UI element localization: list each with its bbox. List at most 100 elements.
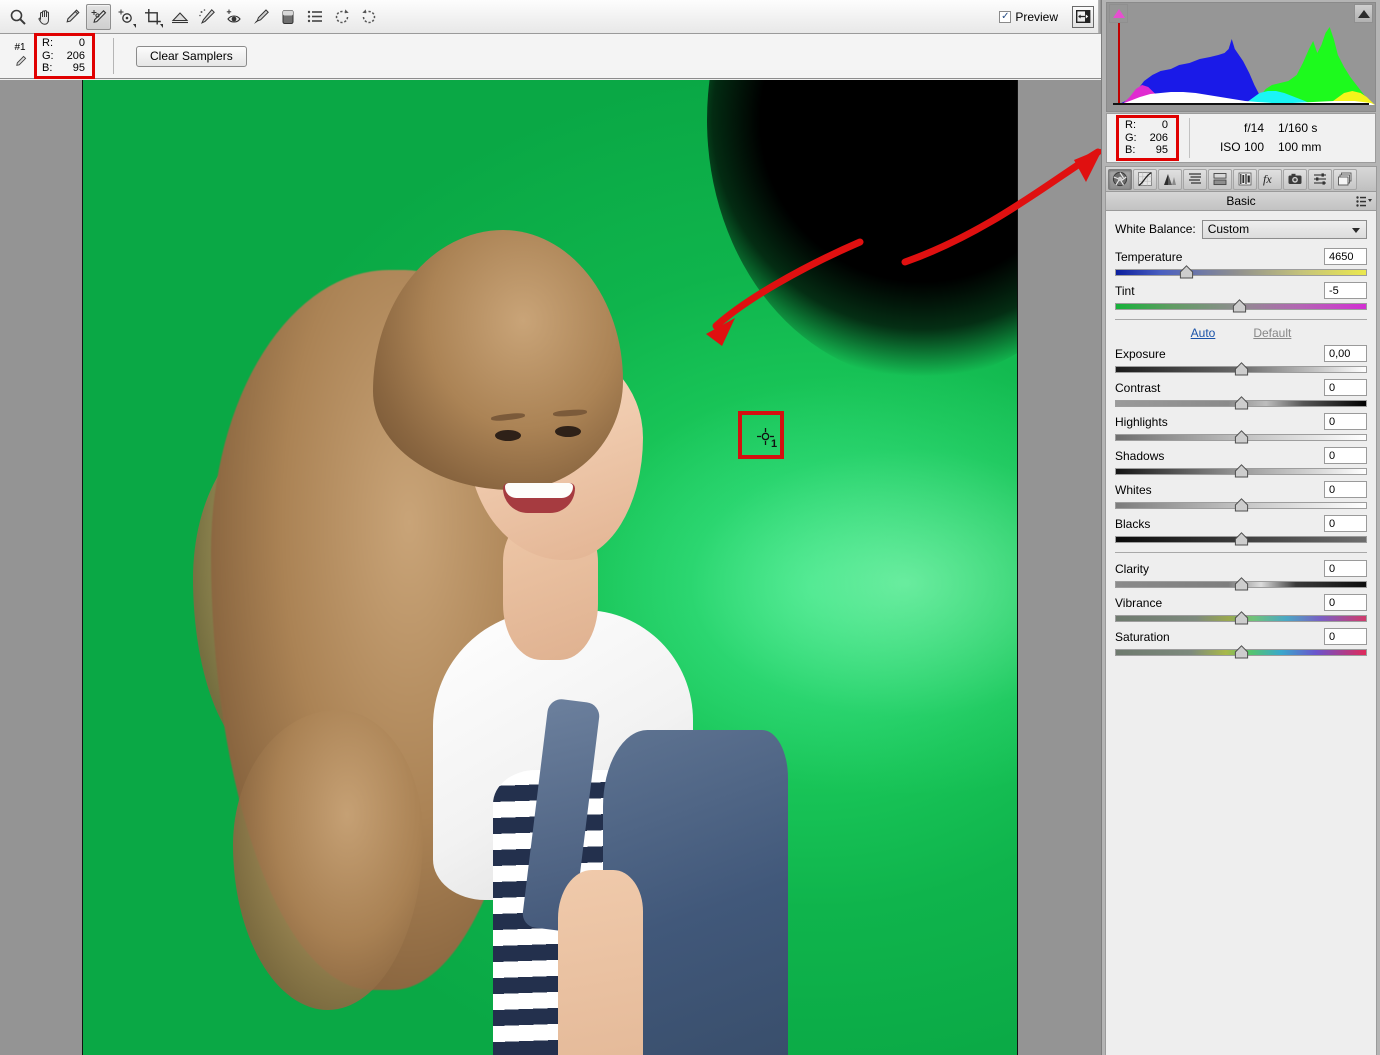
exif-shutter: 1/160 s [1278, 121, 1318, 135]
zoom-tool-icon[interactable] [5, 4, 30, 30]
main-toolbar: ✓ Preview [0, 0, 1101, 34]
auto-link[interactable]: Auto [1191, 326, 1216, 340]
panel-menu-icon[interactable] [1356, 196, 1372, 210]
slider-contrast-track[interactable] [1115, 396, 1367, 410]
slider-vibrance: Vibrance 0 [1115, 593, 1367, 625]
tab-detail[interactable] [1158, 168, 1182, 190]
split-toning-icon [1213, 173, 1227, 186]
exif-rgb-row-b: B: 95 [1125, 144, 1168, 157]
eyedropper-icon [14, 55, 27, 71]
clear-samplers-button[interactable]: Clear Samplers [136, 45, 247, 67]
slider-whites: Whites 0 [1115, 480, 1367, 512]
tab-snapshots[interactable] [1333, 168, 1357, 190]
slider-exposure-knob[interactable] [1234, 362, 1249, 376]
slider-highlights-track[interactable] [1115, 430, 1367, 444]
aperture-icon [1112, 171, 1128, 187]
slider-saturation-knob[interactable] [1234, 645, 1249, 659]
lens-correction-icon [1238, 172, 1252, 186]
slider-vibrance-knob[interactable] [1234, 611, 1249, 625]
detail-triangles-icon [1164, 174, 1176, 185]
photo-preview[interactable]: 1 [82, 80, 1018, 1055]
slider-highlights-knob[interactable] [1234, 430, 1249, 444]
slider-tint-value[interactable]: -5 [1324, 282, 1367, 299]
tab-split-toning[interactable] [1208, 168, 1232, 190]
exif-b-key: B: [1125, 144, 1136, 157]
slider-saturation: Saturation 0 [1115, 627, 1367, 659]
red-eye-removal-tool-icon[interactable] [221, 4, 246, 30]
chevron-down-icon [160, 23, 163, 28]
chevron-down-icon [133, 23, 136, 28]
graduated-filter-tool-icon[interactable] [275, 4, 300, 30]
default-link[interactable]: Default [1253, 326, 1291, 340]
chevron-down-icon [1352, 227, 1360, 233]
slider-clarity: Clarity 0 [1115, 559, 1367, 591]
slider-shadows-head: Shadows 0 [1115, 446, 1367, 465]
adjustment-brush-tool-icon[interactable] [248, 4, 273, 30]
exif-divider [1189, 118, 1190, 158]
slider-whites-track[interactable] [1115, 498, 1367, 512]
image-canvas-area[interactable]: 1 [0, 80, 1101, 1055]
slider-blacks-knob[interactable] [1234, 532, 1249, 546]
slider-temperature-track[interactable] [1115, 265, 1367, 279]
tab-lens-corrections[interactable] [1233, 168, 1257, 190]
slider-whites-knob[interactable] [1234, 498, 1249, 512]
sampler-id-column: #1 [8, 42, 32, 71]
hand-tool-icon[interactable] [32, 4, 57, 30]
slider-highlights-label: Highlights [1115, 414, 1168, 429]
slider-whites-value[interactable]: 0 [1324, 481, 1367, 498]
rotate-left-tool-icon[interactable] [329, 4, 354, 30]
slider-clarity-value[interactable]: 0 [1324, 560, 1367, 577]
fullscreen-toggle-icon[interactable] [1072, 5, 1094, 28]
slider-temperature: Temperature 4650 [1115, 247, 1367, 279]
slider-exposure-value[interactable]: 0,00 [1324, 345, 1367, 362]
slider-shadows-knob[interactable] [1234, 464, 1249, 478]
targeted-adjustment-tool-icon[interactable] [113, 4, 138, 30]
tab-tone-curve[interactable] [1133, 168, 1157, 190]
slider-clarity-knob[interactable] [1234, 577, 1249, 591]
slider-temperature-value[interactable]: 4650 [1324, 248, 1367, 265]
tab-basic[interactable] [1108, 168, 1132, 190]
color-sampler-tool-icon[interactable] [86, 3, 111, 30]
crop-tool-icon[interactable] [140, 4, 165, 30]
rotate-right-tool-icon[interactable] [356, 4, 381, 30]
slider-blacks-value[interactable]: 0 [1324, 515, 1367, 532]
straighten-tool-icon[interactable] [167, 4, 192, 30]
tab-camera-calibration[interactable] [1283, 168, 1307, 190]
tab-effects[interactable]: fx [1258, 168, 1282, 190]
slider-clarity-track[interactable] [1115, 577, 1367, 591]
fx-icon: fx [1263, 172, 1272, 186]
r-key: R: [42, 37, 53, 50]
slider-saturation-track[interactable] [1115, 645, 1367, 659]
slider-highlights-value[interactable]: 0 [1324, 413, 1367, 430]
slider-shadows-label: Shadows [1115, 448, 1165, 463]
slider-exposure-track[interactable] [1115, 362, 1367, 376]
slider-contrast-knob[interactable] [1234, 396, 1249, 410]
rgb-row-r: R: 0 [42, 37, 85, 50]
slider-shadows-value[interactable]: 0 [1324, 447, 1367, 464]
slider-contrast: Contrast 0 [1115, 378, 1367, 410]
slider-contrast-value[interactable]: 0 [1324, 379, 1367, 396]
slider-highlights: Highlights 0 [1115, 412, 1367, 444]
histogram[interactable] [1106, 2, 1376, 112]
slider-tint-track[interactable] [1115, 299, 1367, 313]
slider-vibrance-track[interactable] [1115, 611, 1367, 625]
preferences-tool-icon[interactable] [302, 4, 327, 30]
slider-vibrance-value[interactable]: 0 [1324, 594, 1367, 611]
preview-toggle[interactable]: ✓ Preview [999, 5, 1101, 28]
tab-presets[interactable] [1308, 168, 1332, 190]
slider-tint-knob[interactable] [1232, 299, 1247, 313]
slider-shadows-track[interactable] [1115, 464, 1367, 478]
sampler-number: #1 [14, 41, 26, 53]
slider-temperature-knob[interactable] [1179, 265, 1194, 279]
hsl-lines-icon [1189, 173, 1201, 184]
spot-removal-tool-icon[interactable] [194, 4, 219, 30]
slider-tint-label: Tint [1115, 283, 1135, 298]
arm [558, 870, 643, 1055]
preview-checkbox[interactable]: ✓ [999, 10, 1012, 23]
white-balance-tool-icon[interactable] [59, 4, 84, 30]
model-subject [193, 230, 843, 1055]
tab-hsl-grayscale[interactable] [1183, 168, 1207, 190]
slider-saturation-value[interactable]: 0 [1324, 628, 1367, 645]
white-balance-select[interactable]: Custom [1201, 219, 1367, 239]
slider-blacks-track[interactable] [1115, 532, 1367, 546]
